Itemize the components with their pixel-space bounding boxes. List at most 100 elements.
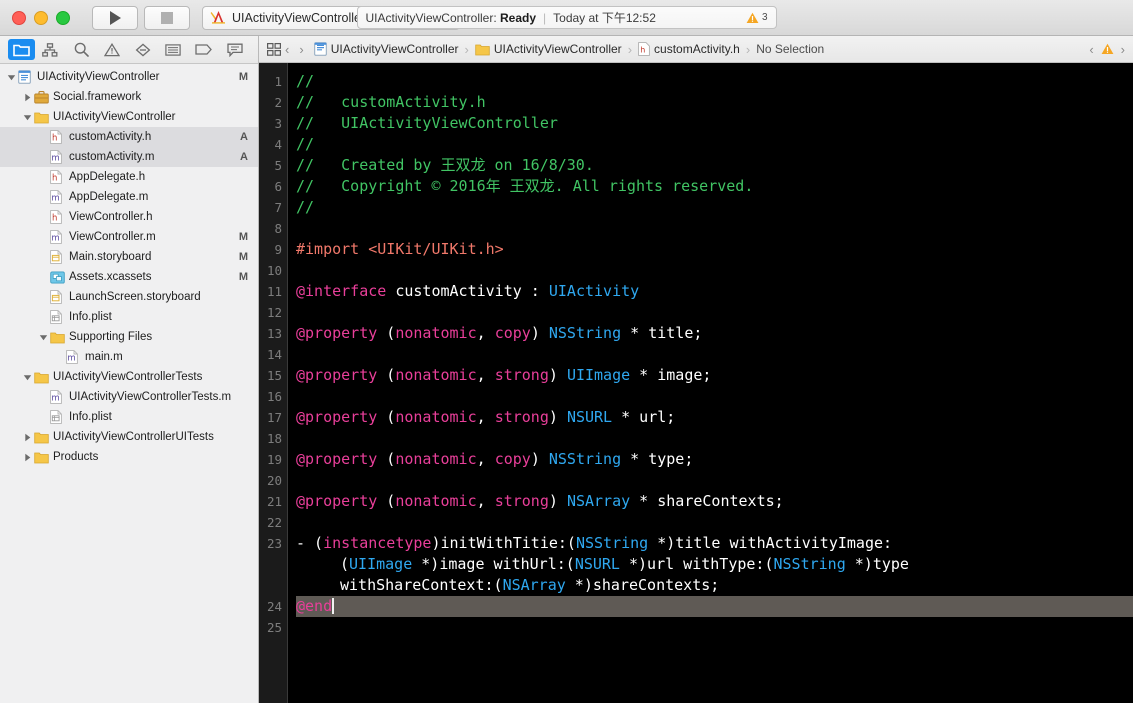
stop-button[interactable]	[144, 5, 190, 30]
code-line[interactable]: #import <UIKit/UIKit.h>	[296, 239, 1133, 260]
source-code-editor[interactable]: 1234567891011121314151617181920212223..2…	[259, 63, 1133, 703]
zoom-button[interactable]	[56, 10, 70, 25]
activity-status-bar[interactable]: UIActivityViewController: Ready | Today at…	[356, 6, 777, 29]
file-tree-row[interactable]: UIActivityViewControllerUITests	[0, 427, 258, 447]
code-line[interactable]: @property (nonatomic, copy) NSString * t…	[296, 323, 1133, 344]
breadcrumb-file[interactable]: h customActivity.h	[638, 42, 740, 56]
status-warning-group[interactable]: 3	[746, 12, 768, 24]
code-token: NSString	[548, 450, 622, 468]
next-issue-button[interactable]: ›	[1121, 42, 1125, 57]
framework-icon	[34, 90, 49, 104]
code-token: UIActivity	[548, 282, 640, 300]
code-line[interactable]	[296, 218, 1133, 239]
code-token: )	[548, 366, 567, 384]
disclosure-triangle-closed-icon[interactable]	[22, 453, 33, 462]
related-items-button[interactable]	[267, 42, 281, 56]
sidebar-item-issue-navigator[interactable]	[96, 39, 127, 60]
file-tree-row[interactable]: m ViewController.m M	[0, 227, 258, 247]
code-token: )	[548, 492, 567, 510]
file-tree-row[interactable]: Social.framework	[0, 87, 258, 107]
previous-issue-button[interactable]: ‹	[1089, 42, 1093, 57]
sidebar-item-log-navigator[interactable]	[219, 39, 250, 60]
code-line[interactable]: @property (nonatomic, strong) UIImage * …	[296, 365, 1133, 386]
sidebar-item-test-navigator[interactable]	[127, 39, 158, 60]
status-state: Ready	[499, 11, 537, 25]
forward-button[interactable]: ›	[299, 42, 303, 57]
code-line[interactable]	[296, 617, 1133, 638]
disclosure-triangle-open-icon[interactable]	[38, 333, 49, 342]
project-file-tree[interactable]: UIActivityViewController M Social.framewor…	[0, 64, 258, 703]
file-tree-row[interactable]: Info.plist	[0, 307, 258, 327]
breadcrumb-selection-label[interactable]: No Selection	[756, 42, 824, 56]
code-line[interactable]: @property (nonatomic, copy) NSString * t…	[296, 449, 1133, 470]
code-line[interactable]: //	[296, 71, 1133, 92]
assets-icon	[50, 270, 65, 284]
sidebar-item-breakpoint-navigator[interactable]	[189, 39, 220, 60]
file-tree-row[interactable]: UIActivityViewController	[0, 107, 258, 127]
code-line[interactable]: // customActivity.h	[296, 92, 1133, 113]
code-line[interactable]: withShareContext:(NSArray *)shareContext…	[296, 575, 1133, 596]
code-line[interactable]	[296, 512, 1133, 533]
run-button[interactable]	[92, 5, 138, 30]
sidebar-item-report-navigator[interactable]	[158, 39, 189, 60]
file-tree-row[interactable]: Supporting Files	[0, 327, 258, 347]
warning-triangle-icon[interactable]	[1101, 43, 1114, 55]
sidebar-item-project-navigator[interactable]	[8, 39, 35, 60]
code-line[interactable]: //	[296, 134, 1133, 155]
file-tree-row[interactable]: h ViewController.h	[0, 207, 258, 227]
folder-icon	[13, 44, 30, 56]
file-tree-row[interactable]: m main.m	[0, 347, 258, 367]
breadcrumb-group[interactable]: UIActivityViewController	[475, 42, 622, 56]
close-button[interactable]	[12, 10, 26, 25]
file-tree-row-label: customActivity.h	[69, 131, 152, 143]
code-line-current[interactable]: @end	[296, 596, 1133, 617]
file-tree-row[interactable]: h AppDelegate.h	[0, 167, 258, 187]
file-tree-row[interactable]: m UIActivityViewControllerTests.m	[0, 387, 258, 407]
disclosure-triangle-closed-icon[interactable]	[22, 93, 33, 102]
code-line[interactable]: - (instancetype)initWithTitie:(NSString …	[296, 533, 1133, 554]
file-tree-row[interactable]: Products	[0, 447, 258, 467]
sidebar-item-symbol-navigator[interactable]	[66, 39, 97, 60]
disclosure-triangle-closed-icon[interactable]	[22, 433, 33, 442]
code-token: strong	[494, 366, 549, 384]
file-tree-row[interactable]: Assets.xcassets M	[0, 267, 258, 287]
file-status-badge: M	[238, 71, 248, 83]
code-line[interactable]: @property (nonatomic, strong) NSURL * ur…	[296, 407, 1133, 428]
code-line[interactable]	[296, 260, 1133, 281]
breadcrumb-project[interactable]: UIActivityViewController	[313, 42, 459, 56]
file-tree-row[interactable]: UIActivityViewControllerTests	[0, 367, 258, 387]
code-line[interactable]	[296, 302, 1133, 323]
code-line[interactable]: // UIActivityViewController	[296, 113, 1133, 134]
code-line[interactable]	[296, 386, 1133, 407]
file-tree-row[interactable]: h customActivity.h A	[0, 127, 258, 147]
disclosure-triangle-open-icon[interactable]	[22, 373, 33, 382]
sidebar-item-source-control-navigator[interactable]	[35, 39, 66, 60]
code-line[interactable]	[296, 470, 1133, 491]
code-token: (	[377, 492, 396, 510]
line-number: 10	[266, 263, 282, 278]
code-line[interactable]: (UIImage *)image withUrl:(NSURL *)url wi…	[296, 554, 1133, 575]
code-line[interactable]: // Copyright © 2016年 王双龙. All rights res…	[296, 176, 1133, 197]
code-line[interactable]: // Created by 王双龙 on 16/8/30.	[296, 155, 1133, 176]
code-text[interactable]: // // customActivity.h // UIActivityViewCo…	[288, 63, 1133, 703]
code-token: // Copyright © 2016年 王双龙. All rights res…	[296, 177, 754, 195]
disclosure-triangle-open-icon[interactable]	[22, 113, 33, 122]
code-line[interactable]: @property (nonatomic, strong) NSArray * …	[296, 491, 1133, 512]
code-token: * image;	[630, 366, 712, 384]
file-tree-row[interactable]: Main.storyboard M	[0, 247, 258, 267]
file-tree-row[interactable]: UIActivityViewController M	[0, 67, 258, 87]
file-tree-row[interactable]: Info.plist	[0, 407, 258, 427]
status-time: Today at 下午12:52	[553, 11, 656, 25]
code-line[interactable]: @interface customActivity : UIActivity	[296, 281, 1133, 302]
code-line[interactable]: //	[296, 197, 1133, 218]
file-tree-row[interactable]: m AppDelegate.m	[0, 187, 258, 207]
code-token: *)title withActivityImage:	[648, 534, 893, 552]
file-tree-row[interactable]: m customActivity.m A	[0, 147, 258, 167]
disclosure-triangle-open-icon[interactable]	[6, 73, 17, 82]
minimize-button[interactable]	[34, 10, 48, 25]
back-button[interactable]: ‹	[285, 42, 289, 57]
code-line[interactable]	[296, 344, 1133, 365]
file-tree-row[interactable]: LaunchScreen.storyboard	[0, 287, 258, 307]
code-line[interactable]	[296, 428, 1133, 449]
line-number-gutter[interactable]: 1234567891011121314151617181920212223..2…	[259, 63, 288, 703]
